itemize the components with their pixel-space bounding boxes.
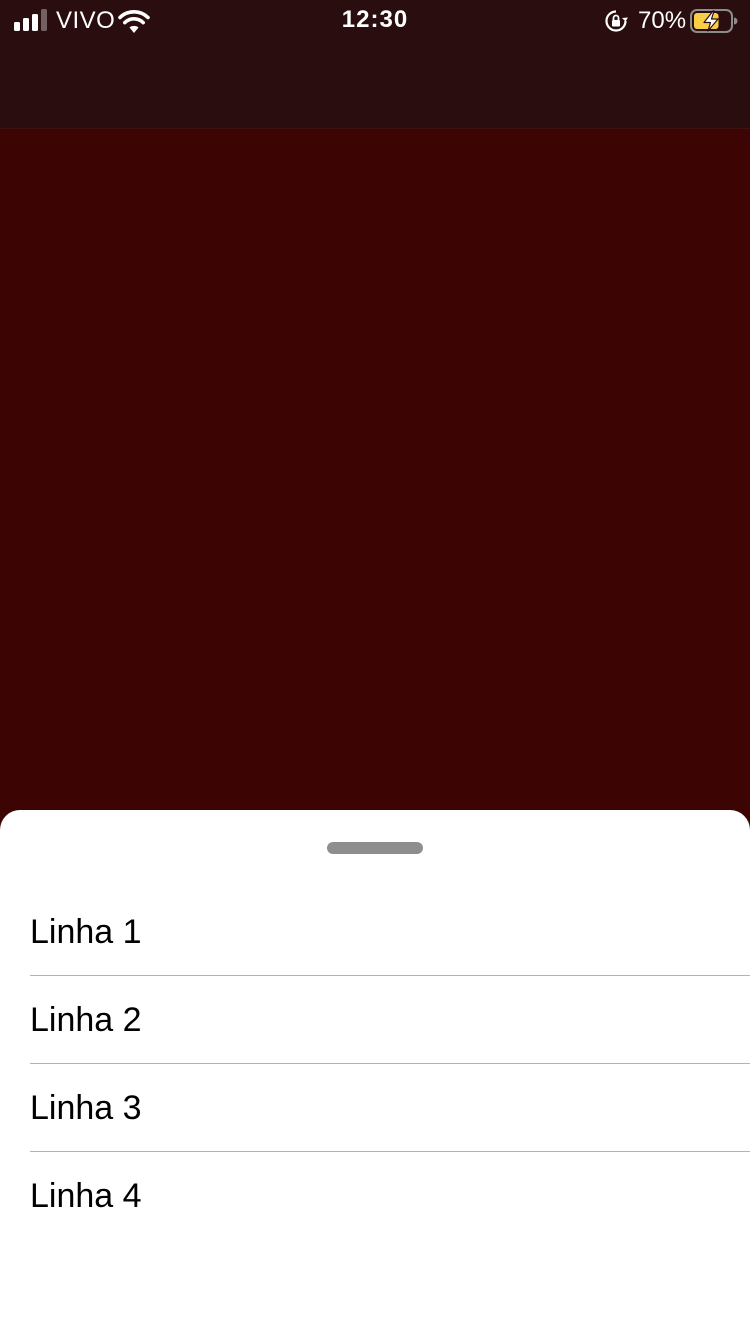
list-item[interactable]: Linha 3: [0, 1064, 750, 1152]
list-item[interactable]: Linha 4: [0, 1152, 750, 1240]
list-item[interactable]: Linha 2: [0, 976, 750, 1064]
sheet-grabber-handle[interactable]: [327, 842, 423, 854]
list-item[interactable]: Linha 1: [0, 888, 750, 976]
status-bar: VIVO 12:30 70%: [0, 0, 750, 40]
list-item-label: Linha 3: [30, 1089, 142, 1127]
orientation-lock-icon: [605, 10, 628, 32]
list-item-label: Linha 1: [30, 913, 142, 951]
battery-percentage: 70%: [638, 7, 687, 34]
sheet-list: Linha 1 Linha 2 Linha 3 Linha 4: [0, 888, 750, 1240]
bottom-sheet: Linha 1 Linha 2 Linha 3 Linha 4: [0, 810, 750, 1334]
battery-charging-icon: [690, 9, 738, 33]
list-item-label: Linha 4: [30, 1177, 142, 1215]
list-item-label: Linha 2: [30, 1001, 142, 1039]
